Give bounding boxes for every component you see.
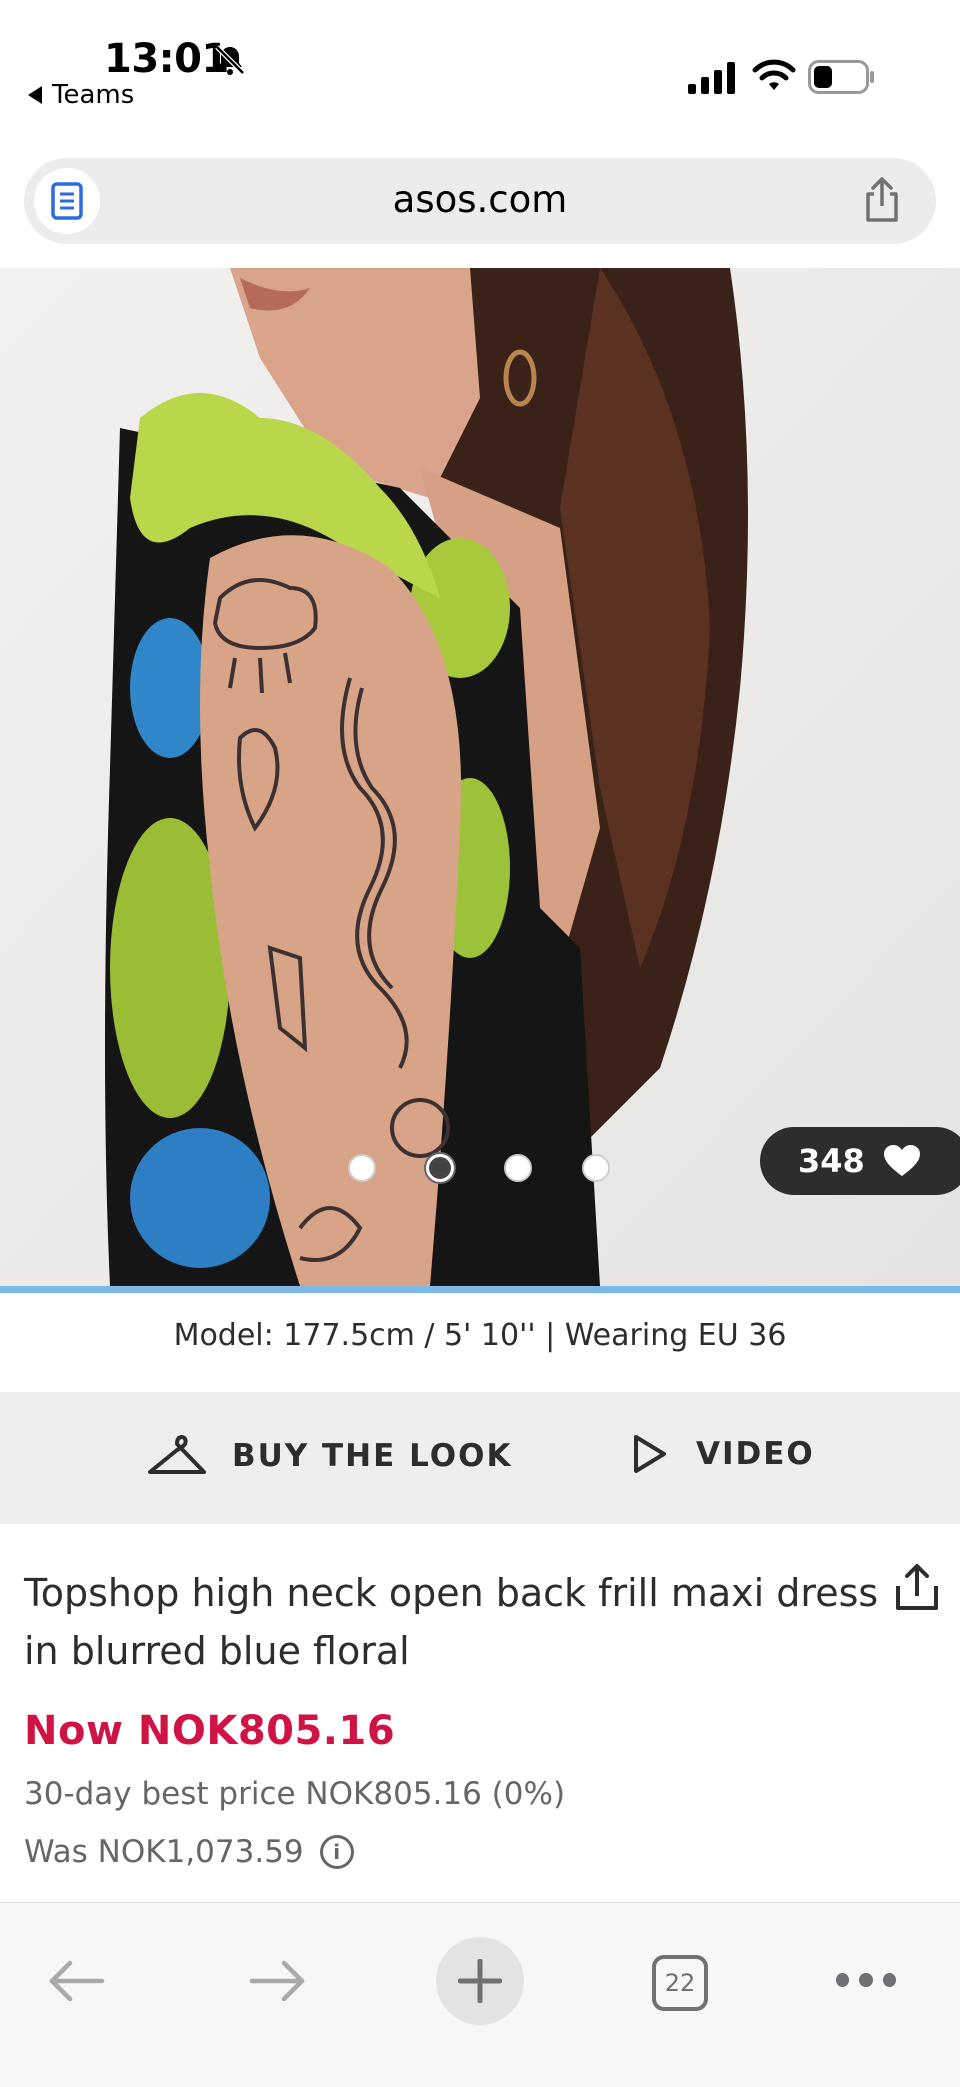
product-actions: BUY THE LOOK VIDEO — [0, 1392, 960, 1524]
best-price: 30-day best price NOK805.16 (0%) — [24, 1776, 566, 1812]
image-progress-bar — [0, 1286, 960, 1293]
more-menu-button[interactable] — [836, 1965, 896, 1995]
back-app-label: Teams — [52, 80, 135, 110]
share-icon[interactable] — [858, 176, 906, 224]
product-title: Topshop high neck open back frill maxi d… — [24, 1571, 879, 1673]
video-label: VIDEO — [696, 1436, 815, 1472]
tabs-count-button[interactable]: 22 — [652, 1955, 708, 2011]
back-to-app-link[interactable]: Teams — [28, 80, 134, 110]
buy-the-look-label: BUY THE LOOK — [232, 1438, 513, 1474]
back-triangle-icon — [28, 86, 42, 104]
wifi-icon — [752, 59, 796, 90]
url-text[interactable]: asos.com — [24, 178, 936, 221]
was-price-row: Was NOK1,073.59 i — [24, 1834, 354, 1870]
video-button[interactable]: VIDEO — [632, 1434, 815, 1474]
info-icon[interactable]: i — [319, 1835, 354, 1869]
gallery-pagination — [348, 1154, 610, 1182]
forward-arrow-icon[interactable] — [248, 1953, 308, 2009]
current-price: Now NOK805.16 — [24, 1708, 396, 1754]
plus-icon — [458, 1959, 502, 2003]
status-time: 13:01 — [104, 36, 229, 82]
heart-icon — [883, 1145, 920, 1176]
battery-icon — [808, 60, 874, 94]
share-product-icon[interactable] — [894, 1562, 940, 1612]
gallery-dot[interactable] — [582, 1154, 610, 1182]
play-icon — [634, 1435, 666, 1473]
status-bar: 13:01 Teams — [0, 0, 960, 150]
likes-count: 348 — [798, 1142, 865, 1180]
cellular-signal-icon — [688, 62, 735, 94]
save-count-button[interactable]: 348 — [760, 1127, 960, 1195]
address-bar[interactable]: asos.com — [24, 158, 936, 244]
gallery-dot[interactable] — [504, 1154, 532, 1182]
buy-the-look-button[interactable]: BUY THE LOOK — [146, 1434, 512, 1478]
more-dot-icon — [882, 1973, 896, 1987]
gallery-dot-active[interactable] — [426, 1154, 454, 1182]
more-dot-icon — [859, 1973, 873, 1987]
was-price: Was NOK1,073.59 — [24, 1834, 304, 1870]
gallery-dot[interactable] — [348, 1154, 376, 1182]
hanger-icon — [148, 1435, 206, 1474]
browser-toolbar: 22 — [0, 1902, 960, 2087]
more-dot-icon — [836, 1973, 850, 1987]
new-tab-button[interactable] — [436, 1937, 524, 2025]
model-info: Model: 177.5cm / 5' 10'' | Wearing EU 36 — [173, 1318, 787, 1353]
bell-muted-icon — [215, 45, 245, 75]
back-arrow-icon[interactable] — [46, 1953, 106, 2009]
